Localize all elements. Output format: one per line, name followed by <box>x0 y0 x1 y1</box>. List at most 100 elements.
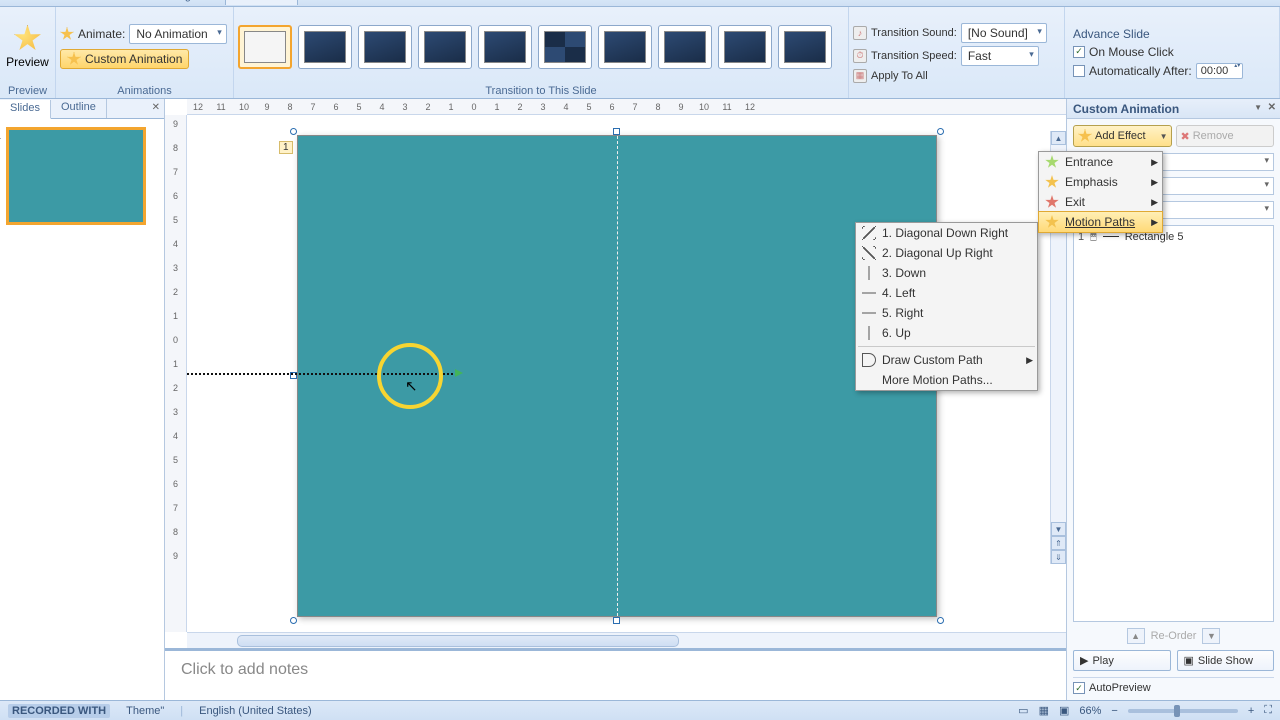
custom-animation-button[interactable]: Custom Animation <box>60 49 189 69</box>
advance-title: Advance Slide <box>1073 27 1243 41</box>
tab-view[interactable]: View <box>473 0 497 2</box>
reorder-up-button[interactable]: ▲ <box>1127 628 1145 644</box>
path-down[interactable]: 3. Down <box>856 263 1037 283</box>
group-label-transitions: Transition to This Slide <box>238 84 844 98</box>
remove-button[interactable]: ✖Remove <box>1176 125 1275 147</box>
view-slideshow-icon[interactable]: ▣ <box>1059 704 1069 717</box>
transition-item[interactable] <box>478 25 532 69</box>
menu-motion-paths[interactable]: Motion Paths▶ <box>1038 211 1163 233</box>
sound-icon: ♪ <box>853 26 867 40</box>
path-up[interactable]: 6. Up <box>856 323 1037 343</box>
menu-entrance[interactable]: Entrance▶ <box>1039 152 1162 172</box>
star-icon <box>67 52 81 66</box>
tab-slides[interactable]: Slides <box>0 100 51 119</box>
editor-area: 1211109876543210123456789101112 98765432… <box>165 99 1066 700</box>
slides-outline-tabs: Slides Outline ✕ <box>0 99 164 119</box>
path-left[interactable]: 4. Left <box>856 283 1037 303</box>
apply-all-icon: ▦ <box>853 69 867 83</box>
add-effect-button[interactable]: Add Effect▼ <box>1073 125 1172 147</box>
path-more[interactable]: More Motion Paths... <box>856 370 1037 390</box>
auto-after-spin[interactable]: 00:00 <box>1196 63 1244 79</box>
on-click-label: On Mouse Click <box>1089 45 1174 59</box>
group-label-preview: Preview <box>4 84 51 98</box>
animate-combo[interactable]: No Animation <box>129 24 226 44</box>
motion-paths-flyout: 1. Diagonal Down Right 2. Diagonal Up Ri… <box>855 222 1038 391</box>
play-button[interactable]: ▶Play <box>1073 650 1171 671</box>
zoom-slider[interactable] <box>1128 709 1238 713</box>
apply-all-button[interactable]: Apply To All <box>871 70 928 82</box>
prev-slide-icon[interactable]: ⇑ <box>1051 536 1066 550</box>
transition-item[interactable] <box>538 25 592 69</box>
close-icon[interactable]: ✕ <box>1268 102 1276 113</box>
autopreview-checkbox[interactable]: ✓ <box>1073 682 1085 694</box>
sound-combo[interactable]: [No Sound] <box>961 23 1047 43</box>
transition-none[interactable] <box>238 25 292 69</box>
preview-button[interactable]: Preview <box>4 19 51 75</box>
emphasis-icon <box>1045 175 1059 189</box>
tab-review[interactable]: Review <box>409 0 445 2</box>
zoom-in-button[interactable]: + <box>1248 705 1254 717</box>
pane-title: Custom Animation ▼ ✕ <box>1067 99 1280 119</box>
group-advance-slide: Advance Slide ✓ On Mouse Click Automatica… <box>1065 7 1280 98</box>
slides-panel: Slides Outline ✕ 1 <box>0 99 165 700</box>
language-label[interactable]: English (United States) <box>199 705 312 717</box>
reorder-label: Re-Order <box>1151 630 1197 642</box>
down-icon <box>862 266 876 280</box>
on-click-checkbox[interactable]: ✓ <box>1073 46 1085 58</box>
scroll-up-icon[interactable]: ▲ <box>1051 131 1066 145</box>
view-normal-icon[interactable]: ▭ <box>1018 704 1028 717</box>
slideshow-button[interactable]: ▣Slide Show <box>1177 650 1275 671</box>
transition-item[interactable] <box>598 25 652 69</box>
reorder-down-button[interactable]: ▼ <box>1202 628 1220 644</box>
path-right[interactable]: 5. Right <box>856 303 1037 323</box>
auto-after-label: Automatically After: <box>1089 64 1192 78</box>
transition-item[interactable] <box>658 25 712 69</box>
slide-thumbnail[interactable]: 1 <box>6 127 146 225</box>
path-draw-custom[interactable]: Draw Custom Path▶ <box>856 350 1037 370</box>
status-bar: RECORDED WITH Theme" | English (United S… <box>0 700 1280 720</box>
view-sorter-icon[interactable]: ▦ <box>1039 704 1049 717</box>
star-icon <box>1078 129 1092 143</box>
auto-after-checkbox[interactable] <box>1073 65 1085 77</box>
slide-number: 1 <box>0 130 1 142</box>
horizontal-scrollbar[interactable] <box>187 632 1066 648</box>
transition-item[interactable] <box>718 25 772 69</box>
transition-item[interactable] <box>298 25 352 69</box>
up-icon <box>862 326 876 340</box>
chevron-down-icon[interactable]: ▼ <box>1254 103 1262 112</box>
transition-item[interactable] <box>778 25 832 69</box>
tab-outline[interactable]: Outline <box>51 99 107 118</box>
blank-icon <box>862 373 876 387</box>
animation-tag[interactable]: 1 <box>279 141 293 154</box>
fit-window-icon[interactable]: ⛶ <box>1264 704 1272 717</box>
effects-list[interactable]: 1 🖱 Rectangle 5 <box>1073 225 1274 622</box>
tab-home[interactable]: Home <box>50 0 79 2</box>
speed-combo[interactable]: Fast <box>961 46 1039 66</box>
menu-exit[interactable]: Exit▶ <box>1039 192 1162 212</box>
transition-item[interactable] <box>358 25 412 69</box>
scroll-down-icon[interactable]: ▼ <box>1051 522 1066 536</box>
add-effect-flyout: Entrance▶ Emphasis▶ Exit▶ Motion Paths▶ <box>1038 151 1163 233</box>
transition-item[interactable] <box>418 25 472 69</box>
ruler-horizontal: 1211109876543210123456789101112 <box>187 99 1066 115</box>
entrance-icon <box>1045 155 1059 169</box>
tab-slideshow[interactable]: Slide Show <box>326 0 381 2</box>
notes-pane[interactable]: Click to add notes <box>165 648 1066 700</box>
slideshow-icon: ▣ <box>1184 654 1194 667</box>
tab-animations[interactable]: Animations <box>225 0 297 5</box>
zoom-out-button[interactable]: − <box>1111 705 1117 717</box>
next-slide-icon[interactable]: ⇓ <box>1051 550 1066 564</box>
diag-down-right-icon <box>862 226 876 240</box>
group-transitions: Transition to This Slide <box>234 7 849 98</box>
tab-format[interactable]: Format <box>524 0 559 2</box>
menu-emphasis[interactable]: Emphasis▶ <box>1039 172 1162 192</box>
close-icon[interactable]: ✕ <box>152 102 160 113</box>
path-diagonal-down-right[interactable]: 1. Diagonal Down Right <box>856 223 1037 243</box>
zoom-label[interactable]: 66% <box>1079 705 1101 717</box>
star-icon <box>14 25 42 53</box>
path-diagonal-up-right[interactable]: 2. Diagonal Up Right <box>856 243 1037 263</box>
highlight-circle <box>377 343 443 409</box>
star-icon <box>60 27 74 41</box>
tab-insert[interactable]: Insert <box>107 0 135 2</box>
tab-design[interactable]: Design <box>163 0 197 2</box>
